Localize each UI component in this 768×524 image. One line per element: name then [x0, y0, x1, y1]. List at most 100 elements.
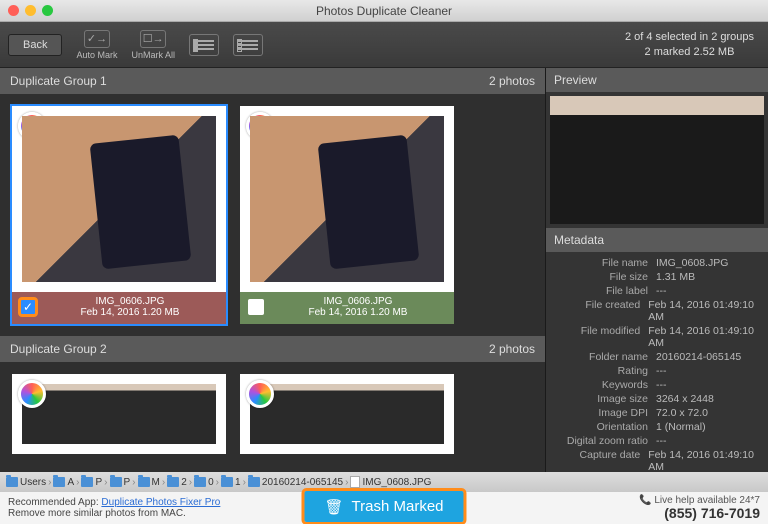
group-header[interactable]: Duplicate Group 2 2 photos [0, 336, 545, 362]
back-button[interactable]: Back [8, 34, 62, 56]
meta-key: Keywords [552, 379, 648, 391]
chevron-right-icon: › [104, 477, 107, 488]
minimize-icon[interactable] [25, 5, 36, 16]
metadata-header: Metadata [546, 228, 768, 252]
meta-value: --- [656, 365, 667, 377]
close-icon[interactable] [8, 5, 19, 16]
crumb-item[interactable]: A [53, 477, 74, 488]
crumb-item[interactable]: IMG_0608.JPG [350, 476, 431, 488]
crumb-item[interactable]: P [81, 477, 102, 488]
crumb-item[interactable]: Users [6, 477, 46, 488]
meta-row: File label --- [552, 284, 762, 298]
photo-thumbnail [240, 374, 454, 454]
meta-key: Folder name [552, 351, 648, 363]
folder-icon [221, 477, 233, 487]
photo-card[interactable] [10, 372, 228, 456]
unmarkall-label: UnMark All [131, 50, 175, 60]
meta-value: --- [656, 379, 667, 391]
right-panel: Preview Metadata File nameIMG_0608.JPGFi… [546, 68, 768, 472]
chevron-right-icon: › [162, 477, 165, 488]
meta-row: File size 1.31 MB [552, 270, 762, 284]
phone-number[interactable]: (855) 716-7019 [639, 506, 760, 521]
crumb-label: A [67, 477, 74, 488]
photo-name: IMG_0606.JPG [324, 296, 393, 307]
photo-card[interactable] [238, 372, 456, 456]
group-title: Duplicate Group 2 [10, 342, 107, 356]
rec-link[interactable]: Duplicate Photos Fixer Pro [101, 497, 220, 508]
meta-key: Capture date [552, 449, 640, 472]
meta-key: Orientation [552, 421, 648, 433]
meta-value: --- [656, 285, 667, 297]
photo-card[interactable]: ✓ IMG_0606.JPG Feb 14, 2016 1.20 MB [10, 104, 228, 326]
chevron-right-icon: › [345, 477, 348, 488]
meta-value: 1.31 MB [656, 271, 695, 283]
card-footer: ✓ IMG_0606.JPG Feb 14, 2016 1.20 MB [12, 292, 226, 324]
group-count: 2 photos [489, 74, 535, 88]
crumb-item[interactable]: 20160214-065145 [248, 477, 343, 488]
crumb-label: 1 [235, 477, 241, 488]
chevron-right-icon: › [216, 477, 219, 488]
status-line1: 2 of 4 selected in 2 groups [625, 30, 754, 44]
folder-icon [81, 477, 93, 487]
recommended-app: Recommended App: Duplicate Photos Fixer … [8, 497, 220, 519]
breadcrumb[interactable]: Users› A› P› P› M› 2› 0› 1› 20160214-065… [0, 472, 768, 492]
meta-row: File modifiedFeb 14, 2016 01:49:10 AM [552, 324, 762, 350]
meta-row: Folder name 20160214-065145 [552, 350, 762, 364]
photo-meta: Feb 14, 2016 1.20 MB [81, 307, 180, 318]
unmarkall-button[interactable]: ☐→ UnMark All [131, 30, 175, 60]
mark-checkbox[interactable]: ✓ [20, 299, 36, 315]
group-count: 2 photos [489, 342, 535, 356]
crumb-item[interactable]: 2 [167, 477, 187, 488]
meta-value: Feb 14, 2016 01:49:10 AM [648, 449, 762, 472]
automark-icon: ✓→ [84, 30, 110, 48]
mark-checkbox[interactable] [248, 299, 264, 315]
trash-marked-button[interactable]: 🗑 Trash Marked [304, 491, 463, 522]
list-view-button[interactable] [233, 34, 263, 56]
meta-key: File size [552, 271, 648, 283]
group-title: Duplicate Group 1 [10, 74, 107, 88]
list-view-checked-button[interactable] [189, 34, 219, 56]
meta-key: Digital zoom ratio [552, 435, 648, 447]
crumb-label: P [124, 477, 131, 488]
meta-row: Keywords --- [552, 378, 762, 392]
photo-card[interactable]: IMG_0606.JPG Feb 14, 2016 1.20 MB [238, 104, 456, 326]
meta-value: --- [656, 435, 667, 447]
photo-thumbnail [12, 374, 226, 454]
folder-icon [248, 477, 260, 487]
list-icon [233, 34, 263, 56]
window-controls [8, 5, 53, 16]
photo-meta: Feb 14, 2016 1.20 MB [309, 307, 408, 318]
meta-row: Orientation1 (Normal) [552, 420, 762, 434]
live-help: 📞 Live help available 24*7 (855) 716-701… [639, 495, 760, 521]
preview-image [550, 96, 764, 224]
metadata-list: File nameIMG_0608.JPGFile size1.31 MBFil… [546, 252, 768, 472]
meta-row: Image size3264 x 2448 [552, 392, 762, 406]
unmarkall-icon: ☐→ [140, 30, 166, 48]
meta-row: Capture date Feb 14, 2016 01:49:10 AM [552, 448, 762, 472]
crumb-label: IMG_0608.JPG [362, 477, 431, 488]
crumb-label: 2 [181, 477, 187, 488]
photo-name: IMG_0606.JPG [96, 296, 165, 307]
crumb-item[interactable]: P [110, 477, 131, 488]
titlebar: Photos Duplicate Cleaner [0, 0, 768, 22]
crumb-item[interactable]: M [138, 477, 160, 488]
crumb-item[interactable]: 0 [194, 477, 214, 488]
meta-key: File name [552, 257, 648, 269]
meta-key: Rating [552, 365, 648, 377]
automark-button[interactable]: ✓→ Auto Mark [76, 30, 117, 60]
zoom-icon[interactable] [42, 5, 53, 16]
meta-value: 20160214-065145 [656, 351, 741, 363]
automark-label: Auto Mark [76, 50, 117, 60]
photos-app-icon [18, 380, 46, 408]
rec-label: Recommended App: [8, 497, 99, 508]
folder-icon [110, 477, 122, 487]
photos-app-icon [246, 380, 274, 408]
chevron-right-icon: › [76, 477, 79, 488]
chevron-right-icon: › [189, 477, 192, 488]
meta-key: File label [552, 285, 648, 297]
meta-value: Feb 14, 2016 01:49:10 AM [648, 325, 762, 349]
meta-value: IMG_0608.JPG [656, 257, 728, 269]
folder-icon [194, 477, 206, 487]
crumb-item[interactable]: 1 [221, 477, 241, 488]
group-header[interactable]: Duplicate Group 1 2 photos [0, 68, 545, 94]
